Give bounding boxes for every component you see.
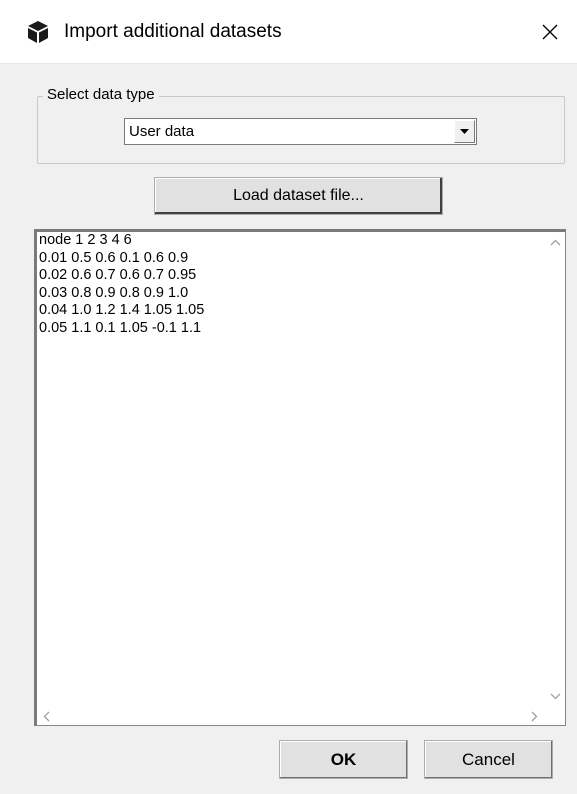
dropdown-button[interactable] (454, 120, 475, 143)
scroll-right-icon[interactable] (531, 710, 538, 725)
cancel-button[interactable]: Cancel (424, 740, 553, 779)
data-type-group-label: Select data type (43, 85, 159, 105)
data-type-selected-value: User data (129, 123, 195, 140)
vertical-scrollbar[interactable] (545, 232, 565, 707)
dataset-line: 0.01 0.5 0.6 0.1 0.6 0.9 (39, 249, 189, 266)
chevron-down-icon (460, 128, 469, 134)
window-title: Import additional datasets (64, 21, 282, 42)
dataset-line: 0.03 0.8 0.9 0.8 0.9 1.0 (39, 284, 189, 301)
horizontal-scrollbar[interactable] (37, 705, 544, 725)
data-type-select[interactable]: User data (124, 118, 477, 145)
dataset-textarea[interactable]: node 1 2 3 4 6 0.01 0.5 0.6 0.1 0.6 0.9 0.… (34, 229, 566, 726)
title-bar: Import additional datasets (0, 0, 577, 64)
cube-icon (28, 21, 48, 43)
dataset-line: 0.02 0.6 0.7 0.6 0.7 0.95 (39, 267, 197, 283)
scroll-up-icon[interactable] (550, 234, 561, 249)
load-dataset-file-button[interactable]: Load dataset file... (154, 177, 443, 215)
dataset-line: 0.04 1.0 1.2 1.4 1.05 1.05 (39, 302, 205, 318)
scroll-left-icon[interactable] (43, 710, 50, 725)
scroll-down-icon[interactable] (550, 688, 561, 703)
dataset-text-content: node 1 2 3 4 6 0.01 0.5 0.6 0.1 0.6 0.9 0.… (39, 232, 204, 337)
close-icon (542, 24, 558, 40)
ok-button[interactable]: OK (279, 740, 408, 779)
dataset-line: 0.05 1.1 0.1 1.05 -0.1 1.1 (39, 319, 202, 336)
import-datasets-dialog: Import additional datasets Select data t… (0, 0, 577, 794)
dataset-line: node 1 2 3 4 6 (39, 232, 132, 248)
close-button[interactable] (523, 0, 577, 64)
